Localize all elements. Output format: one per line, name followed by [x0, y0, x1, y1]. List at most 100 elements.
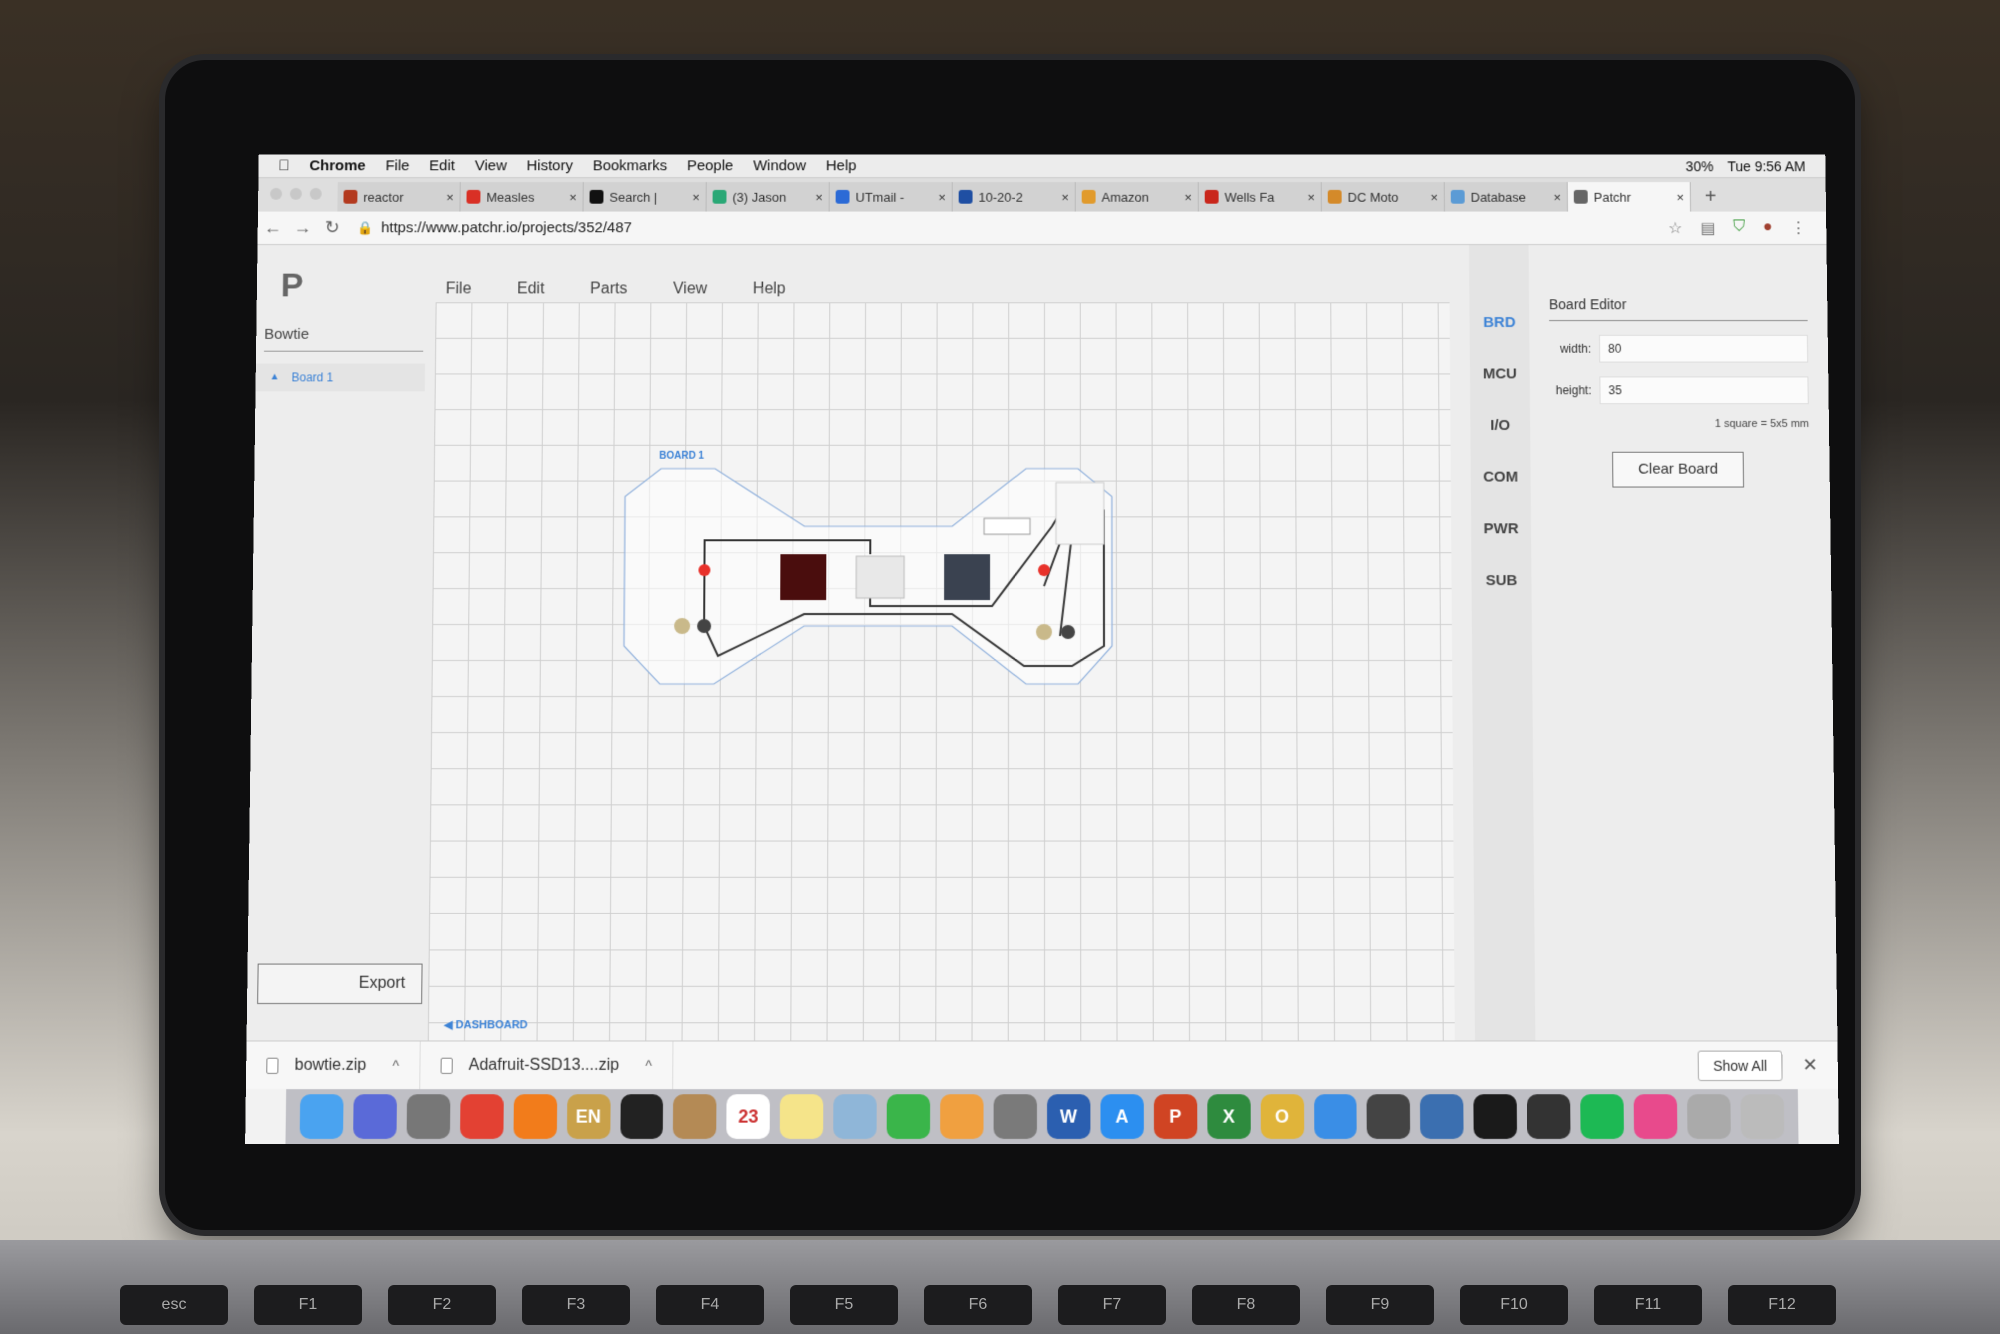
- browser-tab[interactable]: Search | ×: [583, 182, 706, 212]
- component-connector[interactable]: [984, 518, 1030, 534]
- height-input[interactable]: 35: [1599, 376, 1808, 404]
- pad-right[interactable]: [1036, 624, 1052, 640]
- dictionary-icon[interactable]: EN: [567, 1094, 611, 1139]
- tab-close-icon[interactable]: ×: [692, 189, 700, 204]
- calendar-icon[interactable]: 23: [727, 1094, 771, 1139]
- chrome-menu-icon[interactable]: ⋮: [1790, 218, 1806, 238]
- tab-close-icon[interactable]: ×: [1061, 189, 1069, 204]
- clock[interactable]: Tue 9:56 AM: [1727, 158, 1805, 174]
- browser-tab[interactable]: (3) Jason ×: [707, 182, 830, 212]
- siri-icon[interactable]: [353, 1094, 397, 1139]
- outlook-icon[interactable]: O: [1260, 1094, 1303, 1139]
- camera-icon[interactable]: [1367, 1094, 1411, 1139]
- shield-icon[interactable]: ⛉: [1733, 218, 1745, 238]
- component-mcu[interactable]: [1056, 483, 1104, 545]
- browser-tab[interactable]: UTmail - ×: [830, 182, 953, 212]
- close-window-icon[interactable]: [270, 188, 282, 200]
- app-store-icon[interactable]: A: [1100, 1094, 1143, 1139]
- menu-people[interactable]: People: [687, 157, 733, 174]
- excel-icon[interactable]: X: [1207, 1094, 1250, 1139]
- menu-bookmarks[interactable]: Bookmarks: [593, 157, 668, 174]
- preview-icon[interactable]: [833, 1094, 876, 1139]
- photos-icon[interactable]: [940, 1094, 983, 1139]
- compass-icon[interactable]: [1527, 1094, 1571, 1139]
- notes-icon[interactable]: [780, 1094, 823, 1139]
- clear-board-button[interactable]: Clear Board: [1612, 452, 1744, 488]
- download-item[interactable]: Adafruit-SSD13....zip ^: [420, 1041, 673, 1089]
- rail-io[interactable]: I/O: [1472, 417, 1528, 434]
- sidebar-item-board-1[interactable]: ▲ Board 1: [255, 364, 425, 392]
- terminal-icon[interactable]: [620, 1094, 664, 1139]
- dashboard-link[interactable]: ◀ DASHBOARD: [444, 1018, 528, 1031]
- browser-tab[interactable]: 10-20-2 ×: [953, 182, 1076, 212]
- browser-tab[interactable]: Patchr ×: [1568, 182, 1691, 212]
- download-item[interactable]: bowtie.zip ^: [246, 1041, 421, 1089]
- trash-icon[interactable]: [1740, 1094, 1784, 1139]
- apple-menu-icon[interactable]: : [278, 157, 289, 174]
- browser-tab[interactable]: DC Moto ×: [1322, 182, 1445, 212]
- rail-pwr[interactable]: PWR: [1473, 520, 1529, 537]
- spotify-icon[interactable]: [1580, 1094, 1624, 1139]
- caret-up-icon[interactable]: ^: [392, 1057, 399, 1073]
- forward-button[interactable]: →: [287, 217, 317, 238]
- pad-left-2[interactable]: [697, 619, 711, 633]
- tab-close-icon[interactable]: ×: [446, 189, 454, 204]
- tab-close-icon[interactable]: ×: [815, 189, 823, 204]
- rail-brd[interactable]: BRD: [1472, 314, 1528, 331]
- address-bar[interactable]: https://www.patchr.io/projects/352/487: [381, 219, 632, 236]
- contacts-icon[interactable]: [673, 1094, 717, 1139]
- app-menu-edit[interactable]: Edit: [517, 281, 545, 299]
- tab-close-icon[interactable]: ×: [938, 189, 946, 204]
- browser-tab[interactable]: Amazon ×: [1076, 182, 1199, 212]
- powerpoint-icon[interactable]: P: [1154, 1094, 1197, 1139]
- minimize-window-icon[interactable]: [290, 188, 302, 200]
- rail-com[interactable]: COM: [1473, 469, 1529, 486]
- patchr-logo[interactable]: P: [281, 267, 304, 305]
- menu-view[interactable]: View: [475, 157, 507, 174]
- close-icon[interactable]: ✕: [1782, 1055, 1838, 1076]
- new-tab-button[interactable]: +: [1691, 182, 1731, 212]
- reload-button[interactable]: ↻: [317, 217, 347, 238]
- pad-right-2[interactable]: [1061, 625, 1075, 639]
- chrome-icon[interactable]: [460, 1094, 504, 1139]
- menu-history[interactable]: History: [526, 157, 572, 174]
- caret-up-icon[interactable]: ^: [645, 1057, 652, 1073]
- tab-close-icon[interactable]: ×: [1676, 189, 1684, 204]
- pad-left[interactable]: [674, 618, 690, 634]
- downloads-stack-icon[interactable]: [1687, 1094, 1731, 1139]
- bookmark-star-icon[interactable]: ☆: [1668, 218, 1682, 238]
- component-switch[interactable]: [856, 556, 904, 598]
- system-preferences-icon[interactable]: [994, 1094, 1037, 1139]
- app-menu-parts[interactable]: Parts: [590, 281, 627, 299]
- browser-tab[interactable]: reactor ×: [337, 182, 460, 212]
- firefox-icon[interactable]: [513, 1094, 557, 1139]
- app-menu-help[interactable]: Help: [753, 281, 786, 299]
- width-input[interactable]: 80: [1599, 335, 1808, 363]
- zoom-window-icon[interactable]: [310, 188, 322, 200]
- word-icon[interactable]: W: [1047, 1094, 1090, 1139]
- safari-icon[interactable]: [1314, 1094, 1358, 1139]
- lock-icon[interactable]: 🔒: [357, 220, 373, 236]
- board-canvas[interactable]: BOARD 1: [428, 302, 1455, 1040]
- app-grid-icon[interactable]: [1420, 1094, 1464, 1139]
- tab-close-icon[interactable]: ×: [1553, 189, 1561, 204]
- acrobat-icon[interactable]: [1474, 1094, 1518, 1139]
- extension-icon[interactable]: ▤: [1700, 218, 1715, 238]
- tab-close-icon[interactable]: ×: [1430, 189, 1438, 204]
- finder-icon[interactable]: [300, 1094, 344, 1139]
- tab-close-icon[interactable]: ×: [1184, 189, 1192, 204]
- menu-window[interactable]: Window: [753, 157, 806, 174]
- app-menu[interactable]: Chrome: [309, 157, 365, 174]
- app-menu-view[interactable]: View: [673, 281, 707, 299]
- menu-edit[interactable]: Edit: [429, 157, 455, 174]
- app-menu-file[interactable]: File: [446, 281, 472, 299]
- itunes-icon[interactable]: [1634, 1094, 1678, 1139]
- component-dark-slate[interactable]: [944, 554, 990, 600]
- show-all-button[interactable]: Show All: [1698, 1050, 1783, 1080]
- led-left[interactable]: [698, 564, 710, 576]
- browser-tab[interactable]: Database ×: [1445, 182, 1568, 212]
- export-button[interactable]: Export: [257, 964, 422, 1004]
- profile-avatar-icon[interactable]: ●: [1763, 218, 1773, 238]
- facetime-icon[interactable]: [887, 1094, 930, 1139]
- tab-close-icon[interactable]: ×: [569, 189, 577, 204]
